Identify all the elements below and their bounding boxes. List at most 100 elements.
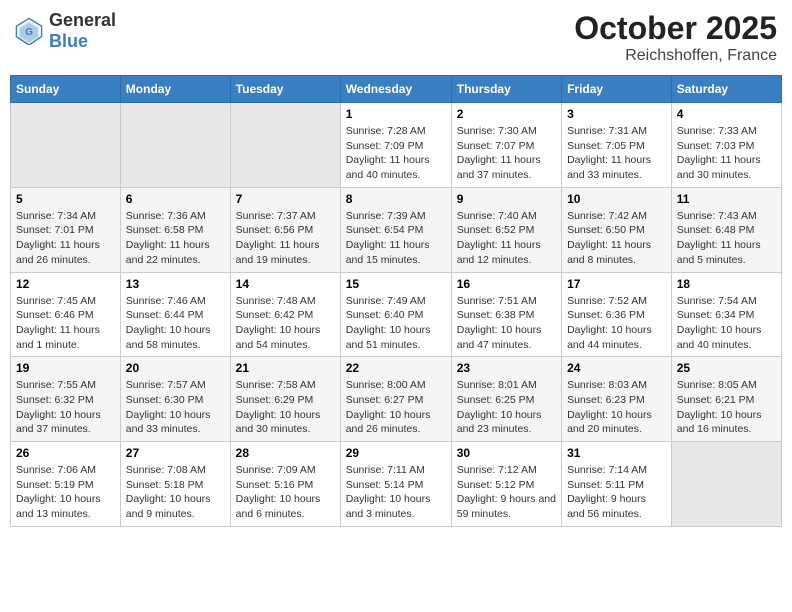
calendar-table: SundayMondayTuesdayWednesdayThursdayFrid…	[10, 75, 782, 527]
day-info: Sunrise: 8:00 AM Sunset: 6:27 PM Dayligh…	[346, 378, 446, 437]
day-info: Sunrise: 7:48 AM Sunset: 6:42 PM Dayligh…	[236, 294, 335, 353]
title-block: October 2025 Reichshoffen, France	[574, 10, 777, 65]
day-number: 4	[677, 107, 776, 121]
day-info: Sunrise: 8:03 AM Sunset: 6:23 PM Dayligh…	[567, 378, 666, 437]
day-number: 27	[126, 446, 225, 460]
weekday-header-wednesday: Wednesday	[340, 76, 451, 103]
day-info: Sunrise: 7:43 AM Sunset: 6:48 PM Dayligh…	[677, 209, 776, 268]
day-info: Sunrise: 7:55 AM Sunset: 6:32 PM Dayligh…	[16, 378, 115, 437]
day-number: 10	[567, 192, 666, 206]
calendar-cell: 11 Sunrise: 7:43 AM Sunset: 6:48 PM Dayli…	[671, 187, 781, 272]
page-header: G General Blue October 2025 Reichshoffen…	[10, 10, 782, 65]
calendar-cell: 17 Sunrise: 7:52 AM Sunset: 6:36 PM Dayli…	[562, 272, 672, 357]
day-info: Sunrise: 7:12 AM Sunset: 5:12 PM Dayligh…	[457, 463, 556, 522]
weekday-header-tuesday: Tuesday	[230, 76, 340, 103]
day-info: Sunrise: 7:46 AM Sunset: 6:44 PM Dayligh…	[126, 294, 225, 353]
calendar-cell: 22 Sunrise: 8:00 AM Sunset: 6:27 PM Dayli…	[340, 357, 451, 442]
day-number: 1	[346, 107, 446, 121]
day-number: 6	[126, 192, 225, 206]
day-number: 12	[16, 277, 115, 291]
calendar-cell: 15Sunrise: 7:49 AM Sunset: 6:40 PM Dayli…	[340, 272, 451, 357]
day-info: Sunrise: 7:33 AM Sunset: 7:03 PM Dayligh…	[677, 124, 776, 183]
day-info: Sunrise: 7:57 AM Sunset: 6:30 PM Dayligh…	[126, 378, 225, 437]
calendar-cell: 30 Sunrise: 7:12 AM Sunset: 5:12 PM Dayli…	[451, 442, 561, 527]
day-info: Sunrise: 7:40 AM Sunset: 6:52 PM Dayligh…	[457, 209, 556, 268]
logo-icon: G	[15, 17, 43, 45]
day-number: 23	[457, 361, 556, 375]
calendar-cell: 10 Sunrise: 7:42 AM Sunset: 6:50 PM Dayli…	[562, 187, 672, 272]
calendar-cell: 3 Sunrise: 7:31 AM Sunset: 7:05 PM Daylig…	[562, 103, 672, 188]
day-info: Sunrise: 7:34 AM Sunset: 7:01 PM Dayligh…	[16, 209, 115, 268]
day-number: 31	[567, 446, 666, 460]
day-info: Sunrise: 7:45 AM Sunset: 6:46 PM Dayligh…	[16, 294, 115, 353]
day-number: 8	[346, 192, 446, 206]
calendar-cell: 19 Sunrise: 7:55 AM Sunset: 6:32 PM Dayli…	[11, 357, 121, 442]
day-info: Sunrise: 7:37 AM Sunset: 6:56 PM Dayligh…	[236, 209, 335, 268]
day-number: 9	[457, 192, 556, 206]
day-number: 7	[236, 192, 335, 206]
day-number: 2	[457, 107, 556, 121]
weekday-header-monday: Monday	[120, 76, 230, 103]
day-number: 3	[567, 107, 666, 121]
day-info: Sunrise: 7:42 AM Sunset: 6:50 PM Dayligh…	[567, 209, 666, 268]
day-info: Sunrise: 7:30 AM Sunset: 7:07 PM Dayligh…	[457, 124, 556, 183]
day-info: Sunrise: 7:52 AM Sunset: 6:36 PM Dayligh…	[567, 294, 666, 353]
day-info: Sunrise: 8:01 AM Sunset: 6:25 PM Dayligh…	[457, 378, 556, 437]
calendar-cell	[11, 103, 121, 188]
day-number: 21	[236, 361, 335, 375]
day-info: Sunrise: 7:08 AM Sunset: 5:18 PM Dayligh…	[126, 463, 225, 522]
calendar-cell: 5Sunrise: 7:34 AM Sunset: 7:01 PM Daylig…	[11, 187, 121, 272]
calendar-cell: 28 Sunrise: 7:09 AM Sunset: 5:16 PM Dayli…	[230, 442, 340, 527]
weekday-header-row: SundayMondayTuesdayWednesdayThursdayFrid…	[11, 76, 782, 103]
day-info: Sunrise: 7:36 AM Sunset: 6:58 PM Dayligh…	[126, 209, 225, 268]
calendar-cell: 12 Sunrise: 7:45 AM Sunset: 6:46 PM Dayli…	[11, 272, 121, 357]
day-number: 14	[236, 277, 335, 291]
logo-general: General	[49, 10, 116, 30]
calendar-cell	[671, 442, 781, 527]
calendar-cell: 18 Sunrise: 7:54 AM Sunset: 6:34 PM Dayli…	[671, 272, 781, 357]
calendar-cell: 6 Sunrise: 7:36 AM Sunset: 6:58 PM Daylig…	[120, 187, 230, 272]
day-info: Sunrise: 8:05 AM Sunset: 6:21 PM Dayligh…	[677, 378, 776, 437]
calendar-cell	[230, 103, 340, 188]
location-title: Reichshoffen, France	[574, 47, 777, 65]
calendar-week-row: 19 Sunrise: 7:55 AM Sunset: 6:32 PM Dayli…	[11, 357, 782, 442]
calendar-cell: 21 Sunrise: 7:58 AM Sunset: 6:29 PM Dayli…	[230, 357, 340, 442]
calendar-cell: 16 Sunrise: 7:51 AM Sunset: 6:38 PM Dayli…	[451, 272, 561, 357]
calendar-cell	[120, 103, 230, 188]
day-info: Sunrise: 7:58 AM Sunset: 6:29 PM Dayligh…	[236, 378, 335, 437]
calendar-cell: 14 Sunrise: 7:48 AM Sunset: 6:42 PM Dayli…	[230, 272, 340, 357]
calendar-cell: 1Sunrise: 7:28 AM Sunset: 7:09 PM Daylig…	[340, 103, 451, 188]
month-title: October 2025	[574, 10, 777, 47]
day-info: Sunrise: 7:31 AM Sunset: 7:05 PM Dayligh…	[567, 124, 666, 183]
day-number: 17	[567, 277, 666, 291]
day-info: Sunrise: 7:54 AM Sunset: 6:34 PM Dayligh…	[677, 294, 776, 353]
calendar-cell: 24Sunrise: 8:03 AM Sunset: 6:23 PM Dayli…	[562, 357, 672, 442]
day-number: 16	[457, 277, 556, 291]
calendar-cell: 4 Sunrise: 7:33 AM Sunset: 7:03 PM Daylig…	[671, 103, 781, 188]
day-number: 19	[16, 361, 115, 375]
calendar-cell: 13Sunrise: 7:46 AM Sunset: 6:44 PM Dayli…	[120, 272, 230, 357]
calendar-cell: 8 Sunrise: 7:39 AM Sunset: 6:54 PM Daylig…	[340, 187, 451, 272]
day-number: 18	[677, 277, 776, 291]
day-info: Sunrise: 7:51 AM Sunset: 6:38 PM Dayligh…	[457, 294, 556, 353]
weekday-header-friday: Friday	[562, 76, 672, 103]
calendar-cell: 25Sunrise: 8:05 AM Sunset: 6:21 PM Dayli…	[671, 357, 781, 442]
calendar-cell: 27 Sunrise: 7:08 AM Sunset: 5:18 PM Dayli…	[120, 442, 230, 527]
svg-text:G: G	[25, 27, 33, 38]
day-info: Sunrise: 7:39 AM Sunset: 6:54 PM Dayligh…	[346, 209, 446, 268]
weekday-header-thursday: Thursday	[451, 76, 561, 103]
day-number: 30	[457, 446, 556, 460]
day-number: 11	[677, 192, 776, 206]
calendar-cell: 31Sunrise: 7:14 AM Sunset: 5:11 PM Dayli…	[562, 442, 672, 527]
calendar-cell: 9 Sunrise: 7:40 AM Sunset: 6:52 PM Daylig…	[451, 187, 561, 272]
calendar-cell: 23 Sunrise: 8:01 AM Sunset: 6:25 PM Dayli…	[451, 357, 561, 442]
day-number: 28	[236, 446, 335, 460]
calendar-week-row: 1Sunrise: 7:28 AM Sunset: 7:09 PM Daylig…	[11, 103, 782, 188]
day-info: Sunrise: 7:09 AM Sunset: 5:16 PM Dayligh…	[236, 463, 335, 522]
calendar-week-row: 26Sunrise: 7:06 AM Sunset: 5:19 PM Dayli…	[11, 442, 782, 527]
calendar-cell: 2 Sunrise: 7:30 AM Sunset: 7:07 PM Daylig…	[451, 103, 561, 188]
calendar-cell: 7 Sunrise: 7:37 AM Sunset: 6:56 PM Daylig…	[230, 187, 340, 272]
calendar-week-row: 12 Sunrise: 7:45 AM Sunset: 6:46 PM Dayli…	[11, 272, 782, 357]
day-info: Sunrise: 7:49 AM Sunset: 6:40 PM Dayligh…	[346, 294, 446, 353]
day-number: 22	[346, 361, 446, 375]
